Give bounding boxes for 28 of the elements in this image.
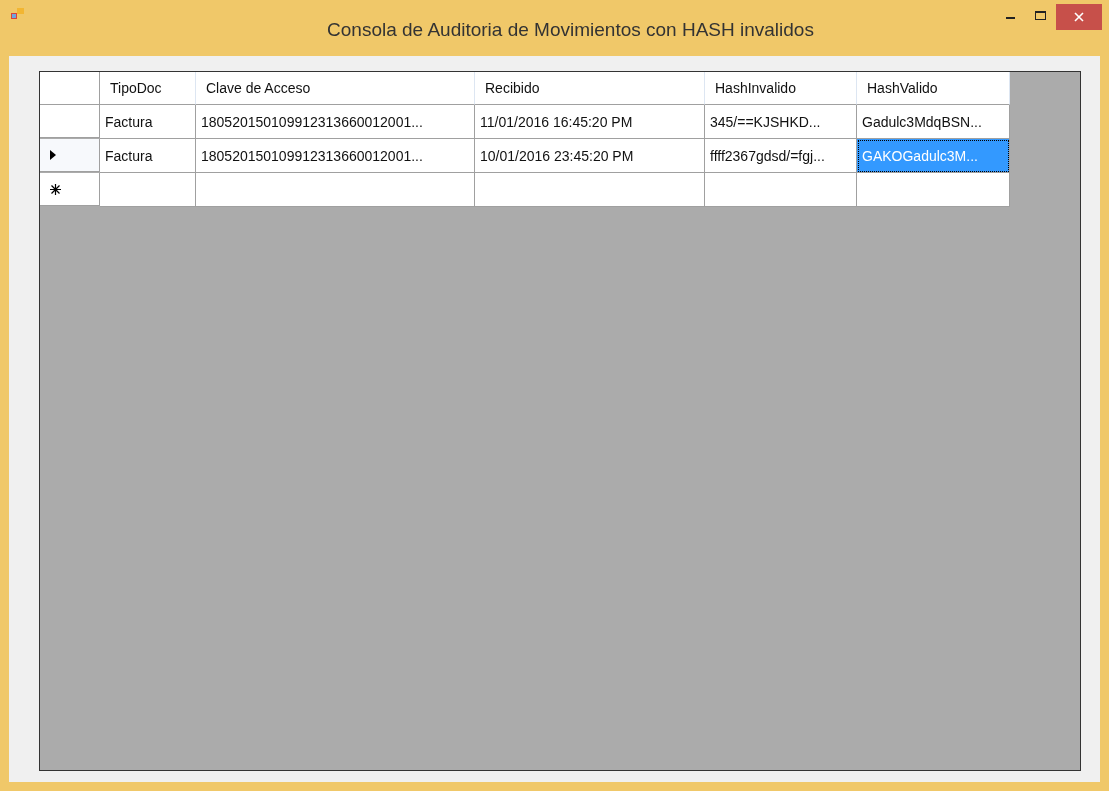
table-cell[interactable] [475, 173, 705, 207]
app-icon [11, 8, 25, 20]
table-cell[interactable]: Factura [100, 139, 196, 173]
column-header[interactable]: Clave de Acceso [196, 72, 475, 105]
row-header[interactable] [40, 105, 100, 138]
table-cell[interactable] [705, 173, 857, 207]
column-header[interactable]: HashValido [857, 72, 1010, 105]
current-row-icon [50, 150, 56, 160]
table-cell[interactable]: ffff2367gdsd/=fgj... [705, 139, 857, 173]
close-icon [1074, 12, 1084, 22]
table-cell[interactable]: 180520150109912313660012001... [196, 105, 475, 139]
table-cell[interactable]: Gadulc3MdqBSN... [857, 105, 1010, 139]
column-header[interactable]: TipoDoc [100, 72, 196, 105]
row-header[interactable] [40, 139, 100, 172]
column-header[interactable]: HashInvalido [705, 72, 857, 105]
table-cell[interactable] [196, 173, 475, 207]
maximize-icon [1035, 11, 1047, 21]
table-cell[interactable] [857, 173, 1010, 207]
table-cell[interactable]: 345/==KJSHKD... [705, 105, 857, 139]
table-cell[interactable]: 10/01/2016 23:45:20 PM [475, 139, 705, 173]
table-cell[interactable]: 11/01/2016 16:45:20 PM [475, 105, 705, 139]
column-header[interactable]: Recibido [475, 72, 705, 105]
table-cell[interactable]: 180520150109912313660012001... [196, 139, 475, 173]
new-row-icon [50, 183, 61, 195]
table-cell[interactable] [100, 173, 196, 207]
window-title: Consola de Auditoria de Movimientos con HASH invalidos [326, 19, 815, 41]
table-cell[interactable]: Factura [100, 105, 196, 139]
row-header[interactable] [40, 173, 100, 206]
